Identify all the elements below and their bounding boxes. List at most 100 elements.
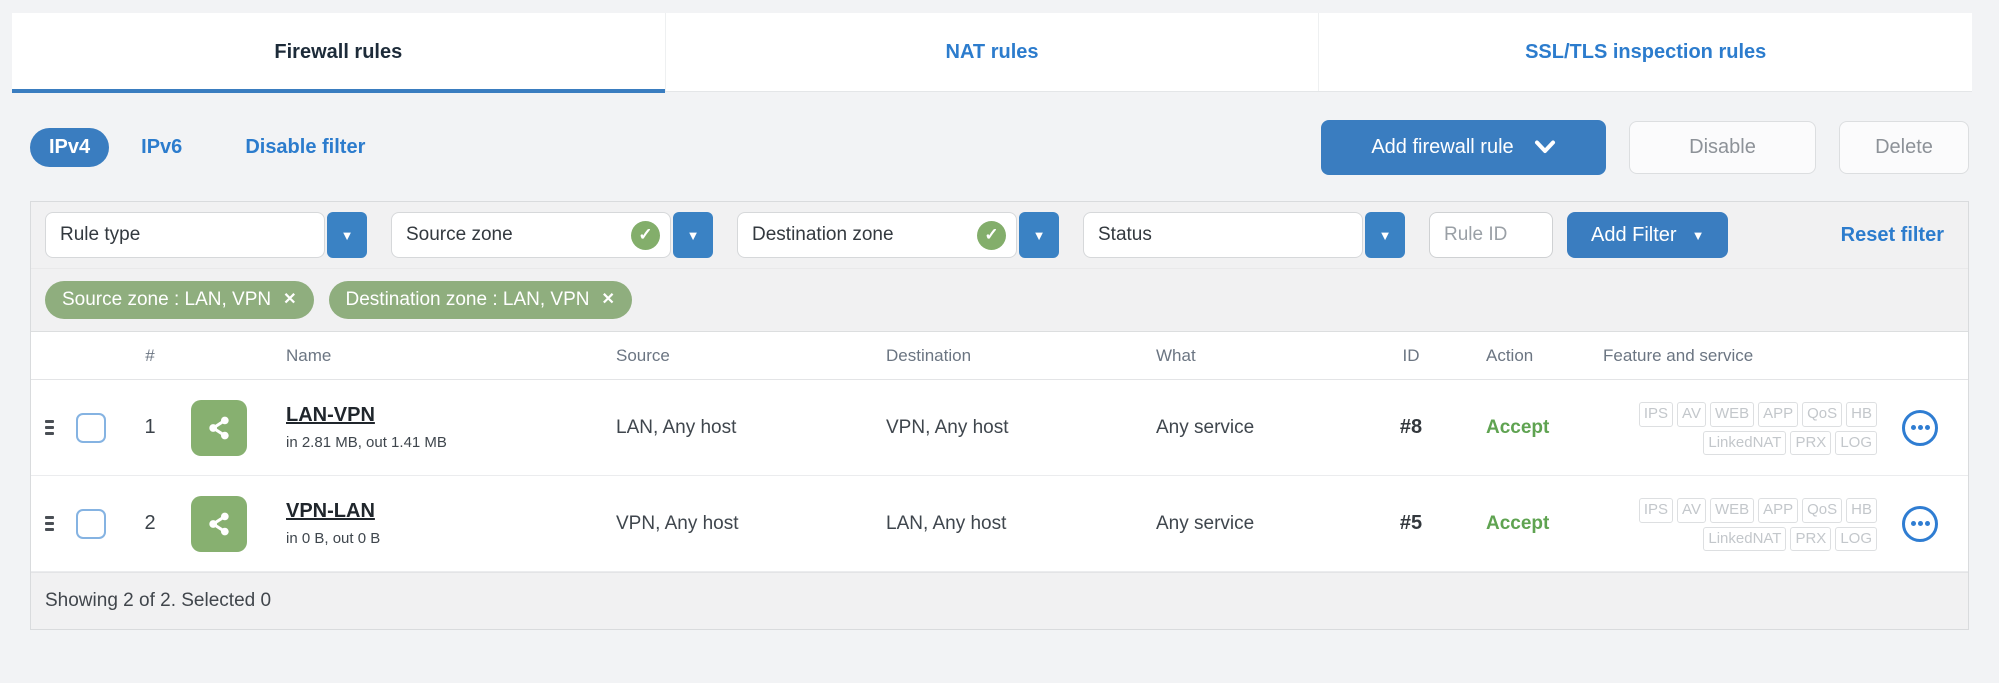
chevron-down-icon: ▼	[1691, 227, 1705, 243]
rule-type-field[interactable]: Rule type	[45, 212, 325, 258]
action-cell: Accept	[1486, 416, 1550, 438]
add-firewall-rule-label: Add firewall rule	[1371, 135, 1514, 158]
row-checkbox[interactable]	[76, 508, 106, 539]
what-cell: Any service	[1156, 416, 1255, 438]
ellipsis-menu-button[interactable]	[1902, 409, 1938, 446]
rule-id-input[interactable]	[1429, 212, 1553, 258]
feature-badge: APP	[1758, 402, 1799, 427]
feature-badge: QoS	[1802, 402, 1843, 427]
rule-name-link[interactable]: VPN-LAN	[286, 500, 375, 523]
filter-chip-destination-zone: Destination zone : LAN, VPN ✕	[328, 281, 632, 319]
filter-chips: Source zone : LAN, VPN ✕ Destination zon…	[31, 268, 1968, 332]
source-zone-dropdown[interactable]: Source zone ✓ ▼	[391, 212, 713, 258]
row-number: 1	[144, 416, 156, 438]
check-circle-icon: ✓	[977, 220, 1006, 250]
add-firewall-rule-button[interactable]: Add firewall rule	[1321, 119, 1606, 175]
id-cell: #5	[1399, 512, 1423, 534]
feature-badge: LinkedNAT	[1703, 430, 1787, 455]
drag-handle-icon[interactable]	[45, 516, 54, 531]
feature-badge: LOG	[1835, 526, 1877, 551]
add-filter-button[interactable]: Add Filter ▼	[1567, 212, 1729, 258]
row-number: 2	[144, 512, 156, 534]
menu-cell	[1881, 505, 1959, 542]
feature-badges-line-2: LinkedNAT PRX LOG	[1571, 524, 1877, 553]
share-icon	[191, 495, 247, 552]
table-footer: Showing 2 of 2. Selected 0	[31, 572, 1968, 629]
dropdown-label: Source zone	[406, 224, 513, 245]
what-cell: Any service	[1156, 512, 1255, 534]
row-checkbox[interactable]	[76, 412, 106, 443]
feature-badge: APP	[1758, 498, 1799, 523]
filter-bar: Rule type ▼ Source zone ✓ ▼ Destination …	[31, 202, 1968, 268]
delete-button[interactable]: Delete	[1839, 120, 1969, 174]
dropdown-label: Status	[1098, 224, 1152, 245]
check-circle-icon: ✓	[631, 220, 660, 250]
feature-badge: WEB	[1709, 498, 1755, 523]
feature-badge: AV	[1677, 498, 1706, 523]
chevron-down-icon[interactable]: ▼	[1365, 212, 1405, 258]
feature-badges: IPS AV WEB APP QoS HB LinkedNAT PRX LOG	[1571, 495, 1881, 552]
rule-traffic: in 2.81 MB, out 1.41 MB	[286, 434, 447, 451]
feature-badges-line-1: IPS AV WEB APP QoS HB	[1571, 495, 1877, 524]
chip-label: Destination zone : LAN, VPN	[345, 289, 590, 310]
feature-badge: LinkedNAT	[1703, 526, 1787, 551]
feature-badge: QoS	[1802, 498, 1843, 523]
menu-cell	[1881, 409, 1959, 446]
destination-cell: VPN, Any host	[886, 416, 1009, 438]
feature-badge: LOG	[1835, 430, 1877, 455]
checkbox-cell	[61, 412, 121, 443]
destination-zone-field[interactable]: Destination zone ✓	[737, 212, 1017, 258]
feature-badge: IPS	[1638, 498, 1674, 523]
tab-firewall-rules[interactable]: Firewall rules	[12, 13, 665, 93]
column-header-id: ID	[1402, 345, 1420, 365]
dropdown-label: Destination zone	[752, 224, 894, 245]
close-icon[interactable]: ✕	[283, 292, 296, 308]
status-dropdown[interactable]: Status ▼	[1083, 212, 1405, 258]
filter-chip-source-zone: Source zone : LAN, VPN ✕	[45, 281, 314, 319]
source-zone-field[interactable]: Source zone ✓	[391, 212, 671, 258]
tab-bar: Firewall rules NAT rules SSL/TLS inspect…	[12, 13, 1972, 93]
table-header: # Name Source Destination What ID Action…	[31, 332, 1968, 380]
id-cell: #8	[1399, 416, 1423, 438]
column-header-name: Name	[286, 345, 332, 365]
status-field[interactable]: Status	[1083, 212, 1363, 258]
dropdown-label: Rule type	[60, 224, 141, 245]
ipv6-toggle[interactable]: IPv6	[141, 136, 182, 159]
tab-ssl-tls-inspection-rules[interactable]: SSL/TLS inspection rules	[1318, 13, 1972, 91]
column-header-destination: Destination	[886, 345, 972, 365]
tab-label: SSL/TLS inspection rules	[1525, 40, 1767, 63]
drag-handle-icon[interactable]	[45, 420, 54, 435]
chevron-down-icon[interactable]: ▼	[327, 212, 367, 258]
table-row: 2 VPN-LAN in 0 B, out 0 B VPN, Any host …	[31, 476, 1968, 572]
disable-filter-link[interactable]: Disable filter	[245, 136, 365, 159]
reset-filter-link[interactable]: Reset filter	[1841, 224, 1954, 247]
feature-badge: HB	[1846, 402, 1877, 427]
feature-badges: IPS AV WEB APP QoS HB LinkedNAT PRX LOG	[1571, 399, 1881, 456]
close-icon[interactable]: ✕	[601, 292, 614, 308]
feature-badge: PRX	[1790, 526, 1832, 551]
icon-cell	[179, 495, 266, 552]
column-header-action: Action	[1486, 345, 1534, 365]
disable-button[interactable]: Disable	[1629, 120, 1816, 174]
ellipsis-menu-button[interactable]	[1902, 505, 1938, 542]
tab-nat-rules[interactable]: NAT rules	[664, 13, 1319, 91]
table-row: 1 LAN-VPN in 2.81 MB, out 1.41 MB LAN, A…	[31, 380, 1968, 476]
feature-badge: PRX	[1790, 430, 1832, 455]
chevron-down-icon[interactable]: ▼	[673, 212, 713, 258]
chevron-down-icon[interactable]: ▼	[1019, 212, 1059, 258]
rule-type-dropdown[interactable]: Rule type ▼	[45, 212, 367, 258]
tab-label: Firewall rules	[274, 40, 403, 63]
feature-badge: IPS	[1638, 402, 1674, 427]
destination-cell: LAN, Any host	[886, 512, 1007, 534]
icon-cell	[179, 399, 266, 456]
rule-name-link[interactable]: LAN-VPN	[286, 404, 375, 427]
rule-traffic: in 0 B, out 0 B	[286, 530, 381, 547]
feature-badges-line-1: IPS AV WEB APP QoS HB	[1571, 399, 1877, 428]
chip-label: Source zone : LAN, VPN	[62, 289, 272, 310]
checkbox-cell	[61, 508, 121, 539]
column-header-source: Source	[616, 345, 670, 365]
feature-badge: AV	[1677, 402, 1706, 427]
ipv4-toggle[interactable]: IPv4	[30, 127, 110, 167]
destination-zone-dropdown[interactable]: Destination zone ✓ ▼	[737, 212, 1059, 258]
feature-badge: WEB	[1709, 402, 1755, 427]
